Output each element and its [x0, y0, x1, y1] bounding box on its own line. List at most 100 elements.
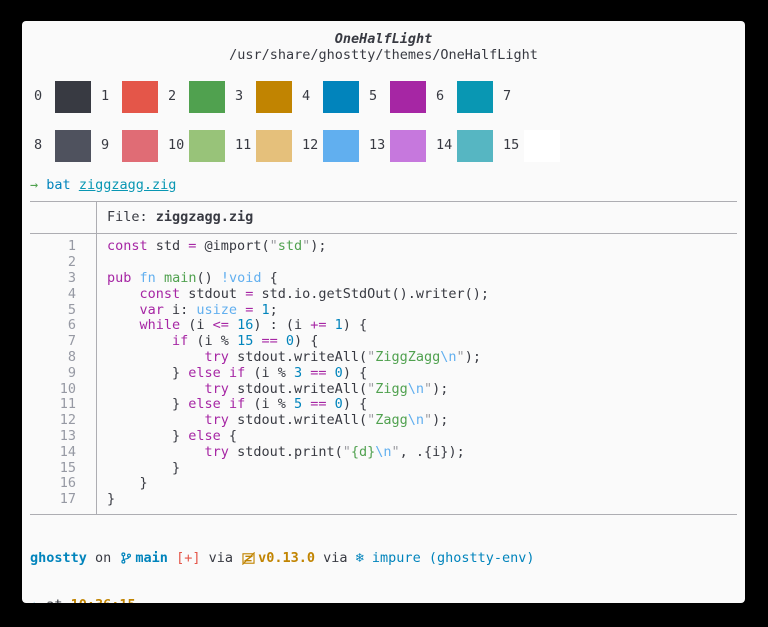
code-line	[97, 255, 107, 271]
line-number: 7	[30, 334, 97, 350]
palette-row-0-7: 0 1 2 3 4 56 7	[30, 81, 737, 113]
code-line: }	[97, 461, 180, 477]
shell-prompt: ghostty on main [+] via v0.13.0 via ❄ im…	[30, 519, 737, 603]
swatch-index-label: 8	[30, 138, 52, 154]
palette-swatch-4: 4	[298, 81, 365, 113]
swatch-color-box	[122, 81, 158, 113]
palette-swatch-13: 13	[365, 130, 432, 162]
palette-swatch-12: 12	[298, 130, 365, 162]
swatch-color-box	[55, 130, 91, 162]
swatch-color-box	[189, 81, 225, 113]
code-line: var i: usize = 1;	[97, 303, 278, 319]
prompt-line-2: ✦ at 10:36:15 →	[30, 598, 737, 603]
code-row: 4 const stdout = std.io.getStdOut().writ…	[30, 287, 737, 303]
code-line: const stdout = std.io.getStdOut().writer…	[97, 287, 489, 303]
line-number: 4	[30, 287, 97, 303]
bat-gutter	[30, 202, 97, 233]
swatch-index-label: 1	[97, 89, 119, 105]
palette-swatch-5: 5	[365, 81, 432, 113]
git-branch-icon	[120, 551, 132, 565]
palette-swatch-3: 3	[231, 81, 298, 113]
bat-file-name: File: ziggzagg.zig	[97, 210, 253, 226]
palette-swatch-15: 15	[499, 130, 566, 162]
palette-swatch-8: 8	[30, 130, 97, 162]
code-line: try stdout.print("{d}\n", .{i});	[97, 445, 465, 461]
line-number: 16	[30, 476, 97, 492]
palette-swatch-7: 7	[499, 81, 566, 113]
code-line: if (i % 15 == 0) {	[97, 334, 318, 350]
line-number: 14	[30, 445, 97, 461]
swatch-index-label: 9	[97, 138, 119, 154]
prompt-line-1: ghostty on main [+] via v0.13.0 via ❄ im…	[30, 551, 737, 567]
swatch-index-label: 3	[231, 89, 253, 105]
swatch-index-label: 12	[298, 138, 320, 154]
code-row: 13 } else {	[30, 429, 737, 445]
line-number: 17	[30, 492, 97, 508]
code-row: 3pub fn main() !void {	[30, 271, 737, 287]
code-line: } else {	[97, 429, 237, 445]
shell-command-line: → bat ziggzagg.zig	[30, 178, 737, 194]
code-line: try stdout.writeAll("ZiggZagg\n");	[97, 350, 481, 366]
theme-path: /usr/share/ghostty/themes/OneHalfLight	[30, 48, 737, 64]
palette-swatch-0: 0	[30, 81, 97, 113]
swatch-index-label: 2	[164, 89, 186, 105]
code-line: while (i <= 16) : (i += 1) {	[97, 318, 367, 334]
prompt-git-status: main [+] via	[135, 551, 241, 567]
code-row: 14 try stdout.print("{d}\n", .{i});	[30, 445, 737, 461]
code-row: 12 try stdout.writeAll("Zagg\n");	[30, 413, 737, 429]
palette-row-8-15: 8 9 10 11 12 13 14 15	[30, 130, 737, 162]
bat-file-header: File: ziggzagg.zig	[30, 202, 737, 234]
swatch-color-box	[55, 81, 91, 113]
code-line: }	[97, 476, 148, 492]
code-row: 16 }	[30, 476, 737, 492]
swatch-color-box	[256, 130, 292, 162]
line-number: 13	[30, 429, 97, 445]
code-line: try stdout.writeAll("Zigg\n");	[97, 382, 448, 398]
prompt-dir: ghostty on	[30, 551, 119, 567]
code-row: 8 try stdout.writeAll("ZiggZagg\n");	[30, 350, 737, 366]
code-row: 11 } else if (i % 5 == 0) {	[30, 397, 737, 413]
line-number: 8	[30, 350, 97, 366]
line-number: 2	[30, 255, 97, 271]
line-number: 1	[30, 239, 97, 255]
swatch-index-label: 6	[432, 89, 454, 105]
swatch-index-label: 7	[499, 89, 521, 105]
code-line: pub fn main() !void {	[97, 271, 278, 287]
code-row: 7 if (i % 15 == 0) {	[30, 334, 737, 350]
line-number: 15	[30, 461, 97, 477]
swatch-index-label: 13	[365, 138, 387, 154]
code-row: 6 while (i <= 16) : (i += 1) {	[30, 318, 737, 334]
line-number: 11	[30, 397, 97, 413]
swatch-color-box	[256, 81, 292, 113]
swatch-index-label: 14	[432, 138, 454, 154]
code-row: 9 } else if (i % 3 == 0) {	[30, 366, 737, 382]
zig-logo-icon	[242, 552, 255, 565]
code-row: 2	[30, 255, 737, 271]
palette-swatch-6: 6	[432, 81, 499, 113]
line-number: 9	[30, 366, 97, 382]
swatch-index-label: 10	[164, 138, 186, 154]
code-row: 15 }	[30, 461, 737, 477]
swatch-index-label: 0	[30, 89, 52, 105]
code-line: } else if (i % 3 == 0) {	[97, 366, 367, 382]
swatch-index-label: 11	[231, 138, 253, 154]
swatch-color-box	[390, 81, 426, 113]
terminal-window[interactable]: OneHalfLight /usr/share/ghostty/themes/O…	[22, 21, 745, 603]
line-number: 6	[30, 318, 97, 334]
swatch-color-box	[457, 130, 493, 162]
code-listing: 1const std = @import("std");23pub fn mai…	[30, 239, 737, 508]
swatch-color-box	[390, 130, 426, 162]
swatch-index-label: 4	[298, 89, 320, 105]
swatch-index-label: 15	[499, 138, 521, 154]
swatch-color-box	[189, 130, 225, 162]
code-line: }	[97, 492, 115, 508]
prompt-nix-env: v0.13.0 via ❄ impure (ghostty-env)	[258, 551, 534, 567]
palette-swatch-11: 11	[231, 130, 298, 162]
theme-title: OneHalfLight	[30, 32, 737, 48]
swatch-color-box	[524, 81, 560, 113]
swatch-color-box	[323, 81, 359, 113]
code-row: 1const std = @import("std");	[30, 239, 737, 255]
code-line: try stdout.writeAll("Zagg\n");	[97, 413, 448, 429]
code-line: const std = @import("std");	[97, 239, 327, 255]
swatch-color-box	[323, 130, 359, 162]
